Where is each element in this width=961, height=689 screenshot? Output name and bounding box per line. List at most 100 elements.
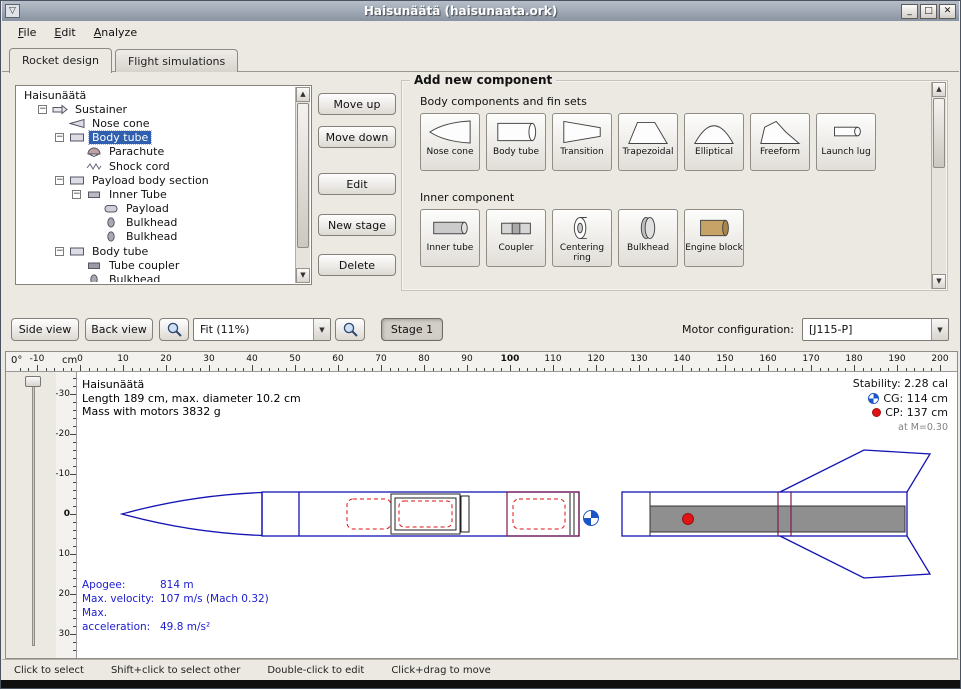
add-bulkhead-button[interactable]: Bulkhead	[618, 209, 678, 267]
close-button[interactable]: ✕	[939, 4, 956, 19]
title-bar[interactable]: ▽ Haisunäätä (haisunaata.ork) _ □ ✕	[2, 1, 959, 21]
bulkhead-icon	[625, 213, 671, 243]
move-down-button[interactable]: Move down	[318, 126, 396, 148]
add-coupler-button[interactable]: Coupler	[486, 209, 546, 267]
ruler-label: 170	[802, 354, 819, 364]
add-inner-tube-button[interactable]: Inner tube	[420, 209, 480, 267]
ruler-tick	[73, 466, 76, 467]
tab-flight-simulations[interactable]: Flight simulations	[115, 49, 238, 72]
ruler-tick	[390, 368, 391, 371]
ruler-tick	[458, 368, 459, 371]
add-elliptical-button[interactable]: Elliptical	[684, 113, 744, 171]
scrollbar-thumb[interactable]	[297, 103, 309, 248]
zoom-in-button[interactable]	[335, 318, 365, 341]
tree-node-label: Bulkhead	[106, 273, 163, 282]
stability-info: Stability: 2.28 cal CG: 114 cm CP: 137 c…	[853, 377, 948, 435]
add-engine-block-button[interactable]: Engine block	[684, 209, 744, 267]
ruler-tick	[70, 634, 76, 635]
tree-row[interactable]: − Body tube	[18, 131, 294, 145]
palette-group-label-0: Body components and fin sets	[420, 95, 587, 108]
edit-button[interactable]: Edit	[318, 173, 396, 195]
ruler-tick	[768, 365, 769, 371]
tree-row[interactable]: Parachute	[18, 145, 294, 159]
cp-marker[interactable]	[683, 514, 694, 525]
move-up-button[interactable]: Move up	[318, 93, 396, 115]
cg-marker[interactable]	[584, 511, 599, 526]
tree-expander[interactable]: −	[55, 247, 64, 256]
tree-row[interactable]: Nose cone	[18, 116, 294, 130]
design-canvas[interactable]: Haisunäätä Length 189 cm, max. diameter …	[77, 372, 957, 658]
delete-button[interactable]: Delete	[318, 254, 396, 276]
component-label: Freeform	[760, 148, 800, 158]
maximize-button[interactable]: □	[920, 4, 937, 19]
add-nose-cone-button[interactable]: Nose cone	[420, 113, 480, 171]
scrollbar-thumb[interactable]	[933, 98, 945, 168]
tree-scrollbar[interactable]: ▲ ▼	[295, 87, 310, 283]
component-tree-panel: Haisunäätä−SustainerNose cone−Body tubeP…	[15, 85, 312, 285]
vertical-ruler: -30-20-100102030	[56, 372, 77, 658]
motor-configuration-select[interactable]: [J115-P] ▼	[802, 318, 949, 341]
add-transition-button[interactable]: Transition	[552, 113, 612, 171]
ruler-label: 0	[77, 354, 83, 364]
tree-row[interactable]: −Payload body section	[18, 173, 294, 187]
ruler-tick	[70, 394, 76, 395]
tree-row[interactable]: Bulkhead	[18, 216, 294, 230]
menu-edit[interactable]: Edit	[46, 23, 83, 42]
ruler-tick	[89, 368, 90, 371]
ruler-tick	[71, 368, 72, 371]
rotation-slider-handle[interactable]	[25, 376, 41, 387]
add-freeform-button[interactable]: Freeform	[750, 113, 810, 171]
scroll-up-icon[interactable]: ▲	[932, 82, 946, 97]
menu-file[interactable]: File	[10, 23, 44, 42]
tree-row[interactable]: −Body tube	[18, 244, 294, 258]
rotation-slider-track[interactable]	[32, 380, 35, 646]
ruler-tick	[73, 626, 76, 627]
ruler-tick	[699, 368, 700, 371]
tree-row[interactable]: Bulkhead	[18, 230, 294, 244]
tab-rocket-design[interactable]: Rocket design	[9, 48, 112, 73]
combo-arrow-icon[interactable]: ▼	[931, 319, 948, 340]
tree-row[interactable]: Payload	[18, 202, 294, 216]
tree-row[interactable]: −Inner Tube	[18, 187, 294, 201]
ruler-tick	[175, 368, 176, 371]
side-view-button[interactable]: Side view	[11, 318, 79, 341]
palette-scrollbar[interactable]: ▲ ▼	[931, 82, 946, 289]
tree-row[interactable]: Haisunäätä	[18, 88, 294, 102]
zoom-level-select[interactable]: Fit (11%) ▼	[193, 318, 331, 341]
tree-node-label: Body tube	[89, 131, 151, 144]
window-menu-icon[interactable]: ▽	[5, 4, 20, 18]
menu-analyze[interactable]: Analyze	[86, 23, 145, 42]
tree-row[interactable]: Bulkhead	[18, 272, 294, 282]
tree-expander[interactable]: −	[55, 176, 64, 185]
ruler-tick	[811, 365, 812, 371]
stage-1-toggle[interactable]: Stage 1	[381, 318, 443, 341]
tree-expander[interactable]: −	[72, 190, 81, 199]
scroll-down-icon[interactable]: ▼	[932, 274, 946, 289]
ruler-tick	[837, 368, 838, 371]
tree-row[interactable]: −Sustainer	[18, 102, 294, 116]
ruler-tick	[536, 368, 537, 371]
tree-expander[interactable]: −	[38, 105, 47, 114]
ruler-tick	[278, 368, 279, 371]
ruler-tick	[73, 538, 76, 539]
tree-row[interactable]: Shock cord	[18, 159, 294, 173]
back-view-button[interactable]: Back view	[85, 318, 153, 341]
ruler-tick	[622, 368, 623, 371]
add-centering-ring-button[interactable]: Centering ring	[552, 209, 612, 267]
combo-arrow-icon[interactable]: ▼	[313, 319, 330, 340]
add-body-tube-button[interactable]: Body tube	[486, 113, 546, 171]
ruler-tick	[132, 368, 133, 371]
ruler-tick	[415, 368, 416, 371]
ruler-tick	[73, 418, 76, 419]
scroll-up-icon[interactable]: ▲	[296, 87, 310, 102]
status-hint: Shift+click to select other	[111, 665, 240, 676]
scroll-down-icon[interactable]: ▼	[296, 268, 310, 283]
new-stage-button[interactable]: New stage	[318, 214, 396, 236]
ruler-tick	[854, 365, 855, 371]
tree-row[interactable]: Tube coupler	[18, 258, 294, 272]
minimize-button[interactable]: _	[901, 4, 918, 19]
zoom-out-button[interactable]	[159, 318, 189, 341]
add-trapezoidal-button[interactable]: Trapezoidal	[618, 113, 678, 171]
add-launch-lug-button[interactable]: Launch lug	[816, 113, 876, 171]
tree-expander[interactable]: −	[55, 133, 64, 142]
